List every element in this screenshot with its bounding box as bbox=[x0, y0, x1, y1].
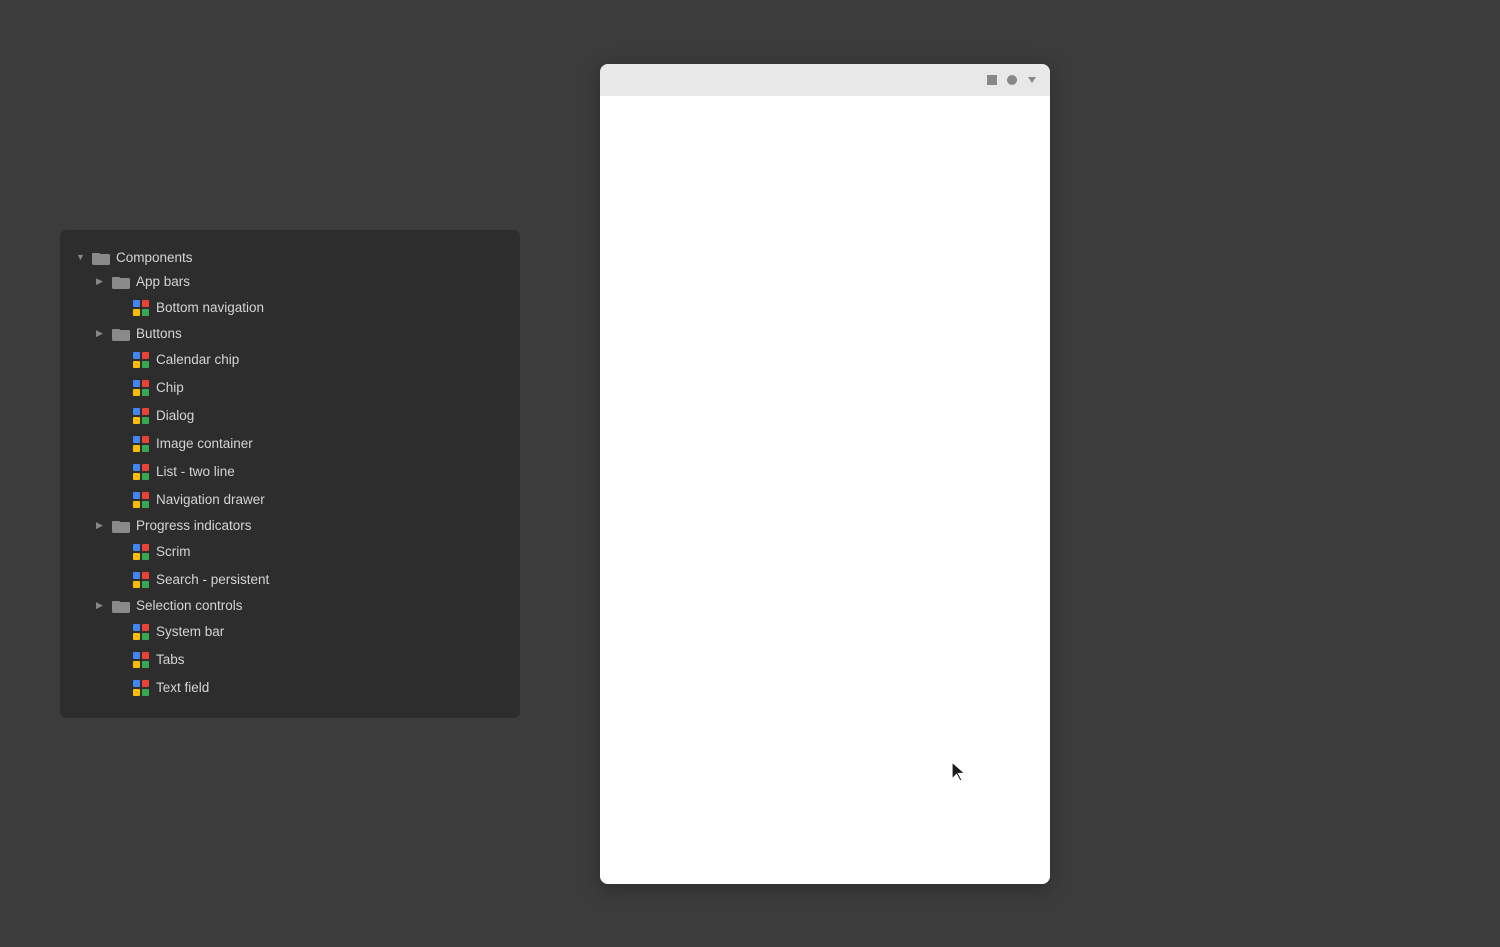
component-icon bbox=[132, 651, 150, 669]
tree-item-dialog[interactable]: Dialog bbox=[72, 402, 508, 430]
tree-item-buttons[interactable]: ▶ Buttons bbox=[72, 322, 508, 346]
tree-item-label: Text field bbox=[156, 681, 209, 695]
component-icon bbox=[132, 379, 150, 397]
folder-icon bbox=[112, 599, 130, 613]
tree-item-label: Chip bbox=[156, 381, 184, 395]
component-icon bbox=[132, 351, 150, 369]
tree-item-label: Dialog bbox=[156, 409, 194, 423]
tree-item-search-persistent[interactable]: Search - persistent bbox=[72, 566, 508, 594]
component-icon bbox=[132, 407, 150, 425]
arrow-down-icon: ▼ bbox=[76, 253, 86, 263]
component-icon bbox=[132, 623, 150, 641]
tree-item-label: Buttons bbox=[136, 327, 182, 341]
tree-item-label: Search - persistent bbox=[156, 573, 269, 587]
tree-item-image-container[interactable]: Image container bbox=[72, 430, 508, 458]
folder-icon bbox=[112, 327, 130, 341]
tree-root-label: Components bbox=[116, 251, 193, 265]
tree-item-selection-controls[interactable]: ▶ Selection controls bbox=[72, 594, 508, 618]
folder-icon bbox=[112, 519, 130, 533]
preview-toolbar bbox=[600, 64, 1050, 96]
tree-item-navigation-drawer[interactable]: Navigation drawer bbox=[72, 486, 508, 514]
circle-icon[interactable] bbox=[1006, 74, 1018, 86]
tree-item-label: System bar bbox=[156, 625, 224, 639]
tree-item-bottom-navigation[interactable]: Bottom navigation bbox=[72, 294, 508, 322]
cursor-icon bbox=[950, 760, 970, 784]
tree-item-list-two-line[interactable]: List - two line bbox=[72, 458, 508, 486]
tree-item-label: Tabs bbox=[156, 653, 185, 667]
tree-item-label: Image container bbox=[156, 437, 253, 451]
component-icon bbox=[132, 571, 150, 589]
component-icon bbox=[132, 435, 150, 453]
component-icon bbox=[132, 543, 150, 561]
component-icon bbox=[132, 679, 150, 697]
stop-icon[interactable] bbox=[986, 74, 998, 86]
tree-item-progress-indicators[interactable]: ▶ Progress indicators bbox=[72, 514, 508, 538]
folder-icon bbox=[92, 251, 110, 265]
tree-item-text-field[interactable]: Text field bbox=[72, 674, 508, 702]
tree-item-tabs[interactable]: Tabs bbox=[72, 646, 508, 674]
component-icon bbox=[132, 491, 150, 509]
tree-item-label: Bottom navigation bbox=[156, 301, 264, 315]
tree-item-scrim[interactable]: Scrim bbox=[72, 538, 508, 566]
tree-item-label: Calendar chip bbox=[156, 353, 239, 367]
tree-item-chip[interactable]: Chip bbox=[72, 374, 508, 402]
tree-item-system-bar[interactable]: System bar bbox=[72, 618, 508, 646]
tree-item-label: List - two line bbox=[156, 465, 235, 479]
arrow-right-icon: ▶ bbox=[96, 329, 106, 339]
arrow-right-icon: ▶ bbox=[96, 601, 106, 611]
tree-panel: ▼ Components ▶ App bars Bottom navigatio… bbox=[60, 230, 520, 718]
tree-item-label: App bars bbox=[136, 275, 190, 289]
tree-item-calendar-chip[interactable]: Calendar chip bbox=[72, 346, 508, 374]
tree-item-label: Selection controls bbox=[136, 599, 243, 613]
component-icon bbox=[132, 463, 150, 481]
tree-root[interactable]: ▼ Components bbox=[72, 246, 508, 270]
dropdown-icon[interactable] bbox=[1026, 74, 1038, 86]
tree-item-app-bars[interactable]: ▶ App bars bbox=[72, 270, 508, 294]
preview-content bbox=[600, 96, 1050, 884]
tree-item-label: Progress indicators bbox=[136, 519, 252, 533]
folder-icon bbox=[112, 275, 130, 289]
arrow-right-icon: ▶ bbox=[96, 277, 106, 287]
tree-item-label: Navigation drawer bbox=[156, 493, 265, 507]
preview-panel bbox=[600, 64, 1050, 884]
component-icon bbox=[132, 299, 150, 317]
tree-item-label: Scrim bbox=[156, 545, 191, 559]
tree-items-container: ▶ App bars Bottom navigation ▶ Buttons Ca… bbox=[72, 270, 508, 702]
arrow-right-icon: ▶ bbox=[96, 521, 106, 531]
